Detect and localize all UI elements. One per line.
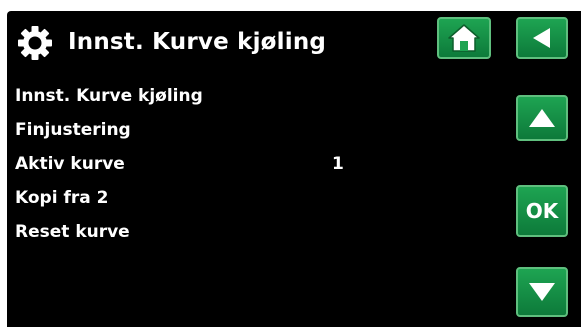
page-title: Innst. Kurve kjøling xyxy=(68,29,327,55)
menu-item-aktiv-kurve[interactable]: Aktiv kurve 1 xyxy=(15,147,485,181)
menu-item-label: Innst. Kurve kjøling xyxy=(15,86,203,106)
menu-item-label: Aktiv kurve xyxy=(15,154,125,174)
menu-item-innst-kurve-kjoling[interactable]: Innst. Kurve kjøling xyxy=(15,79,485,113)
ok-label: OK xyxy=(525,199,559,223)
down-arrow-icon xyxy=(527,280,557,304)
header: Innst. Kurve kjøling xyxy=(7,11,581,77)
home-button[interactable] xyxy=(437,17,491,59)
menu-item-label: Finjustering xyxy=(15,120,131,140)
menu-item-value: 1 xyxy=(332,154,344,174)
menu-list: Innst. Kurve kjøling Finjustering Aktiv … xyxy=(15,79,485,249)
menu-item-reset-kurve[interactable]: Reset kurve xyxy=(15,215,485,249)
back-arrow-icon xyxy=(529,25,555,51)
menu-item-finjustering[interactable]: Finjustering xyxy=(15,113,485,147)
display-screen: Innst. Kurve kjøling Innst. Kurve kjølin… xyxy=(7,11,581,327)
gear-icon xyxy=(17,25,53,61)
up-button[interactable] xyxy=(516,95,568,141)
menu-item-label: Kopi fra 2 xyxy=(15,188,109,208)
back-button[interactable] xyxy=(516,17,568,59)
down-button[interactable] xyxy=(516,267,568,317)
up-arrow-icon xyxy=(527,106,557,130)
menu-item-label: Reset kurve xyxy=(15,222,130,242)
ok-button[interactable]: OK xyxy=(516,185,568,237)
home-icon xyxy=(447,22,481,54)
menu-item-kopi-fra-2[interactable]: Kopi fra 2 xyxy=(15,181,485,215)
